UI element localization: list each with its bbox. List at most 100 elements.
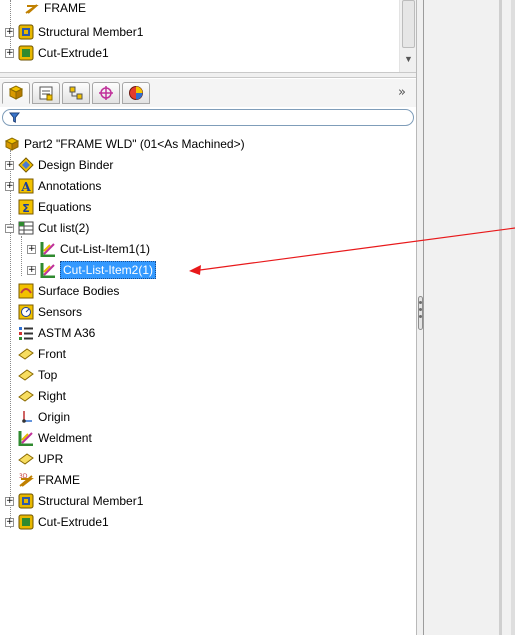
tab-feature-manager[interactable]: [2, 82, 30, 104]
plane-icon: [18, 390, 34, 402]
upper-pane-scrollbar[interactable]: ▼: [399, 0, 416, 72]
tree-item-structural-member-top[interactable]: + Structural Member1: [5, 22, 143, 42]
part-icon: [4, 137, 20, 151]
tree-item-annotations[interactable]: + A Annotations: [5, 176, 101, 196]
tree-connector: [21, 236, 22, 276]
tree-item-label: UPR: [38, 452, 64, 466]
manager-tabs: »: [0, 79, 416, 107]
structural-member-icon: [18, 24, 34, 40]
equations-icon: Σ: [18, 199, 34, 215]
tree-item-cut-list-item1[interactable]: + Cut-List-Item1(1): [27, 239, 150, 259]
tree-item-label: Design Binder: [38, 158, 114, 172]
tree-item-surface-bodies[interactable]: Surface Bodies: [18, 281, 119, 301]
tree-item-label: ASTM A36: [38, 326, 96, 340]
feature-manager-panel: FRAME + Structural Member1 + Cut-Extrude…: [0, 0, 416, 635]
tree-item-label: FRAME: [38, 473, 80, 487]
tree-item-label: Right: [38, 389, 67, 403]
design-binder-icon: [18, 157, 34, 173]
cut-extrude-icon: [18, 45, 34, 61]
filter-funnel-icon: [9, 112, 20, 123]
tree-item-label: Part2 "FRAME WLD" (01<As Machined>): [24, 137, 245, 151]
3d-sketch-icon: 3D: [19, 473, 34, 487]
tree-item-cut-extrude-top[interactable]: + Cut-Extrude1: [5, 43, 109, 63]
tree-item-equations[interactable]: Σ Equations: [18, 197, 91, 217]
tree-item-label: Surface Bodies: [38, 284, 120, 298]
model-edge: [499, 0, 502, 635]
expand-icon[interactable]: +: [5, 517, 14, 527]
tree-item-label: Annotations: [38, 179, 102, 193]
tab-configuration-manager[interactable]: [62, 82, 90, 104]
splitter-grip-icon[interactable]: [418, 296, 423, 330]
expand-icon[interactable]: +: [5, 181, 14, 191]
tree-item-top-plane[interactable]: Top: [18, 365, 57, 385]
tree-item-structural-member[interactable]: + Structural Member1: [5, 491, 143, 511]
plane-icon: [18, 348, 34, 360]
material-icon: [19, 327, 33, 340]
tree-item-label: Cut list(2): [38, 221, 90, 235]
tree-item-front-plane[interactable]: Front: [18, 344, 66, 364]
plane-icon: [18, 453, 34, 465]
plane-icon: [18, 369, 34, 381]
expand-icon[interactable]: +: [5, 496, 14, 506]
weldment-body-icon: [40, 242, 55, 257]
tree-connector: [10, 150, 11, 528]
tree-item-sensors[interactable]: Sensors: [18, 302, 82, 322]
more-tabs-chevron-icon[interactable]: »: [398, 85, 406, 100]
structural-member-icon: [18, 493, 34, 509]
collapse-icon[interactable]: −: [5, 223, 14, 233]
tree-item-weldment[interactable]: Weldment: [18, 428, 92, 448]
model-edge: [511, 0, 515, 635]
tree-item-label: Front: [38, 347, 67, 361]
frame-sketch-icon: [25, 4, 39, 14]
expand-icon[interactable]: +: [27, 244, 36, 254]
tree-item-frame-sketch[interactable]: 3D FRAME: [18, 470, 80, 490]
filter-input[interactable]: [2, 109, 414, 126]
panel-splitter[interactable]: [416, 0, 424, 635]
surface-bodies-icon: [18, 283, 34, 299]
weldment-body-icon: [40, 263, 55, 278]
scrollbar-thumb[interactable]: [402, 0, 415, 48]
tab-display-manager[interactable]: [122, 82, 150, 104]
origin-icon: [22, 411, 32, 423]
cut-list-icon: [18, 221, 34, 235]
upper-tree-pane: FRAME + Structural Member1 + Cut-Extrude…: [0, 0, 416, 72]
tree-item-label: Top: [38, 368, 58, 382]
cut-extrude-icon: [18, 514, 34, 530]
configuration-manager-icon: [69, 86, 83, 100]
tree-item-label: Structural Member1: [38, 494, 144, 508]
tree-item-label: Cut-Extrude1: [38, 515, 109, 529]
display-manager-icon: [129, 86, 143, 100]
sensors-icon: [18, 304, 34, 320]
tree-item-origin[interactable]: Origin: [18, 407, 70, 427]
tree-item-label: Origin: [38, 410, 71, 424]
expand-icon[interactable]: +: [27, 265, 36, 275]
tree-item-label: Sensors: [38, 305, 83, 319]
tree-item-label: FRAME: [44, 1, 86, 15]
tree-item-upr-plane[interactable]: UPR: [18, 449, 63, 469]
tree-item-label: Weldment: [38, 431, 92, 445]
annotations-icon: A: [18, 178, 34, 194]
scroll-down-arrow-icon[interactable]: ▼: [404, 54, 413, 64]
tab-dimxpert-manager[interactable]: [92, 82, 120, 104]
tree-item-design-binder[interactable]: + Design Binder: [5, 155, 113, 175]
expand-icon[interactable]: +: [5, 48, 14, 58]
svg-text:A: A: [20, 180, 31, 194]
tree-item-cut-list-item2[interactable]: + Cut-List-Item2(1): [27, 260, 157, 280]
expand-icon[interactable]: +: [5, 27, 14, 37]
tree-item-material[interactable]: ASTM A36: [18, 323, 95, 343]
feature-manager-icon: [8, 85, 24, 100]
tab-property-manager[interactable]: [32, 82, 60, 104]
tree-item-label: Cut-Extrude1: [38, 46, 109, 60]
tree-item-label-selected: Cut-List-Item2(1): [60, 261, 157, 279]
filter-bar: [0, 107, 416, 129]
weldment-icon: [18, 431, 33, 446]
tree-root-part[interactable]: Part2 "FRAME WLD" (01<As Machined>): [4, 134, 245, 154]
tree-item-right-plane[interactable]: Right: [18, 386, 66, 406]
svg-text:Σ: Σ: [22, 202, 30, 215]
tree-item-label: Cut-List-Item1(1): [60, 242, 151, 256]
tree-item-cut-list[interactable]: − Cut list(2): [5, 218, 89, 238]
tree-item-frame-top[interactable]: FRAME: [24, 1, 86, 15]
expand-icon[interactable]: +: [5, 160, 14, 170]
tree-item-cut-extrude[interactable]: + Cut-Extrude1: [5, 512, 109, 532]
pane-splitter[interactable]: [0, 72, 416, 78]
